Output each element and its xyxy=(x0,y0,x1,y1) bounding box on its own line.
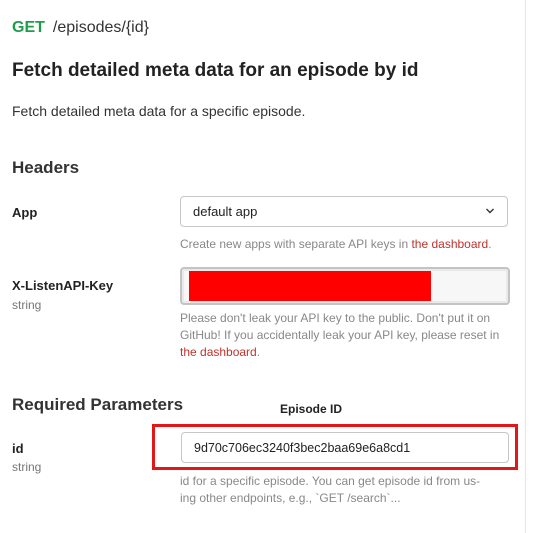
id-type: string xyxy=(12,460,42,474)
app-select-value: default app xyxy=(193,204,258,219)
headers-heading: Headers xyxy=(12,158,80,177)
id-label: id xyxy=(12,441,24,456)
required-parameters-heading: Required Parameters xyxy=(12,395,184,414)
endpoint-path: /episodes/{id} xyxy=(52,19,149,36)
episode-id-value: 9d70c706ec3240f3bec2baa69e6a8cd1 xyxy=(194,440,411,455)
http-method-badge: GET xyxy=(12,19,45,36)
endpoint-line: GET /episodes/{id} xyxy=(12,19,149,37)
panel-divider xyxy=(525,0,526,533)
chevron-down-icon xyxy=(486,208,494,214)
app-help-text: Create new apps with separate API keys i… xyxy=(180,237,492,251)
app-select[interactable]: default app xyxy=(180,196,508,227)
episode-id-input[interactable]: 9d70c706ec3240f3bec2baa69e6a8cd1 xyxy=(181,432,509,463)
id-help-text: id for a specific episode. You can get e… xyxy=(180,473,510,507)
page-title: Fetch detailed meta data for an episode … xyxy=(12,60,419,81)
dashboard-link[interactable]: the dashboard xyxy=(180,345,257,359)
api-key-type: string xyxy=(12,298,42,312)
api-key-label: X-ListenAPI-Key xyxy=(12,278,114,293)
endpoint-description: Fetch detailed meta data for a specific … xyxy=(12,103,306,119)
id-help-line-2: ing other endpoints, e.g., `GET /search`… xyxy=(180,491,401,505)
api-key-help-text: Please don't leak your API key to the pu… xyxy=(180,311,500,359)
id-help-line-1: id for a specific episode. You can get e… xyxy=(180,474,481,488)
redaction-block xyxy=(189,271,431,301)
annotation-label: Episode ID xyxy=(280,402,343,416)
api-key-input[interactable] xyxy=(180,267,510,305)
dashboard-link[interactable]: the dashboard xyxy=(411,237,488,251)
app-label: App xyxy=(12,205,38,220)
